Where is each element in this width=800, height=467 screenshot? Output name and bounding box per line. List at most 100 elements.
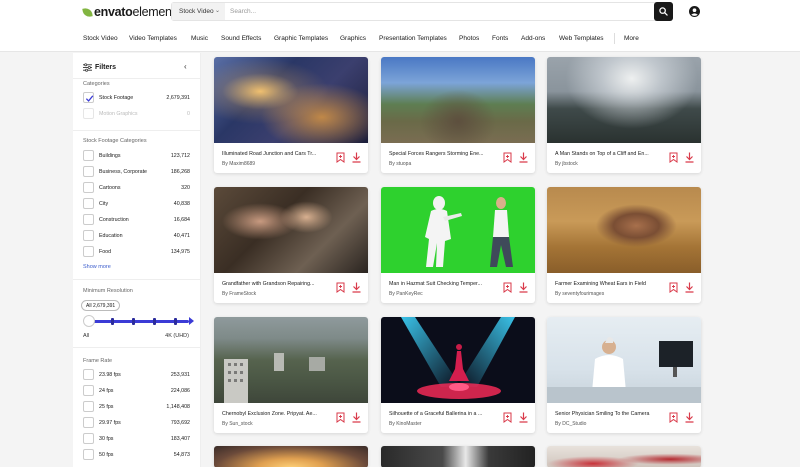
checkbox[interactable] [83, 182, 94, 193]
download-icon[interactable] [352, 412, 361, 423]
bookmark-icon[interactable] [669, 152, 678, 163]
nav-graphics[interactable]: Graphics [340, 35, 366, 42]
video-thumbnail[interactable] [381, 446, 535, 467]
nav-add-ons[interactable]: Add-ons [521, 35, 545, 42]
bookmark-icon[interactable] [336, 152, 345, 163]
checkbox[interactable] [83, 166, 94, 177]
video-author[interactable]: By jbstock [555, 161, 578, 167]
video-card[interactable]: Special Forces Rangers Storming Ene... B… [381, 57, 535, 173]
checkbox[interactable] [83, 150, 94, 161]
filter-stock-footage[interactable]: Stock Footage 2,679,391 [83, 92, 191, 103]
checkbox[interactable] [83, 108, 94, 119]
filter-30-fps[interactable]: 30 fps 183,407 [83, 433, 191, 444]
checkbox[interactable] [83, 401, 94, 412]
nav-sound-effects[interactable]: Sound Effects [221, 35, 261, 42]
checkbox[interactable] [83, 369, 94, 380]
video-thumbnail[interactable] [214, 317, 368, 403]
download-icon[interactable] [352, 152, 361, 163]
nav-fonts[interactable]: Fonts [492, 35, 508, 42]
nav-graphic-templates[interactable]: Graphic Templates [274, 35, 328, 42]
video-card[interactable] [381, 446, 535, 467]
video-card[interactable]: Silhouette of a Graceful Ballerina in a … [381, 317, 535, 433]
filter-25-fps[interactable]: 25 fps 1,148,408 [83, 401, 191, 412]
bookmark-icon[interactable] [503, 282, 512, 293]
filter-city[interactable]: City 40,838 [83, 198, 191, 209]
download-icon[interactable] [519, 412, 528, 423]
bookmark-icon[interactable] [669, 412, 678, 423]
video-thumbnail[interactable] [547, 446, 701, 467]
filter-29-97-fps[interactable]: 29.97 fps 793,692 [83, 417, 191, 428]
video-title[interactable]: Illuminated Road Junction and Cars Tr... [222, 151, 330, 157]
checkbox[interactable] [83, 449, 94, 460]
download-icon[interactable] [685, 412, 694, 423]
video-author[interactable]: By Sun_stock [222, 421, 253, 427]
bookmark-icon[interactable] [669, 282, 678, 293]
checkbox[interactable] [83, 230, 94, 241]
video-thumbnail[interactable] [381, 57, 535, 143]
filter-50-fps[interactable]: 50 fps 54,873 [83, 449, 191, 460]
video-thumbnail[interactable] [214, 57, 368, 143]
nav-presentation-templates[interactable]: Presentation Templates [379, 35, 447, 42]
download-icon[interactable] [685, 152, 694, 163]
checkbox[interactable] [83, 417, 94, 428]
search-input[interactable] [230, 5, 650, 18]
video-thumbnail[interactable] [214, 187, 368, 273]
filter-23-98-fps[interactable]: 23.98 fps 253,931 [83, 369, 191, 380]
video-author[interactable]: By KinoMaster [389, 421, 422, 427]
video-title[interactable]: Special Forces Rangers Storming Ene... [389, 151, 497, 157]
video-author[interactable]: By DC_Studio [555, 421, 586, 427]
video-thumbnail[interactable] [547, 187, 701, 273]
video-title[interactable]: Grandfather with Grandson Repairing... [222, 281, 330, 287]
video-author[interactable]: By Maxim8689 [222, 161, 255, 167]
filter-construction[interactable]: Construction 16,684 [83, 214, 191, 225]
video-card[interactable] [547, 446, 701, 467]
resolution-slider-handle[interactable] [83, 315, 95, 327]
checkbox-checked[interactable] [83, 92, 94, 103]
video-author[interactable]: By seventyfourimages [555, 291, 604, 297]
account-icon[interactable] [689, 6, 700, 17]
video-card[interactable]: Senior Physician Smiling To the Camera B… [547, 317, 701, 433]
video-author[interactable]: By stuopa [389, 161, 411, 167]
video-card[interactable]: Grandfather with Grandson Repairing... B… [214, 187, 368, 303]
video-thumbnail[interactable] [381, 187, 535, 273]
video-card[interactable]: Man in Hazmat Suit Checking Temper... By… [381, 187, 535, 303]
video-card[interactable]: A Man Stands on Top of a Cliff and En...… [547, 57, 701, 173]
chevron-left-icon[interactable]: ‹ [184, 62, 187, 71]
filter-business-corporate[interactable]: Business, Corporate 186,268 [83, 166, 191, 177]
video-title[interactable]: Silhouette of a Graceful Ballerina in a … [389, 411, 497, 417]
filter-food[interactable]: Food 134,975 [83, 246, 191, 257]
nav-music[interactable]: Music [191, 35, 208, 42]
checkbox[interactable] [83, 433, 94, 444]
download-icon[interactable] [519, 152, 528, 163]
show-more-link[interactable]: Show more [83, 264, 111, 270]
bookmark-icon[interactable] [336, 282, 345, 293]
nav-web-templates[interactable]: Web Templates [559, 35, 604, 42]
video-card[interactable]: Farmer Examining Wheat Ears in Field By … [547, 187, 701, 303]
filter-buildings[interactable]: Buildings 123,712 [83, 150, 191, 161]
video-title[interactable]: Man in Hazmat Suit Checking Temper... [389, 281, 497, 287]
checkbox[interactable] [83, 246, 94, 257]
checkbox[interactable] [83, 198, 94, 209]
video-thumbnail[interactable] [381, 317, 535, 403]
nav-more[interactable]: More [624, 35, 639, 42]
video-title[interactable]: Farmer Examining Wheat Ears in Field [555, 281, 663, 287]
bookmark-icon[interactable] [503, 152, 512, 163]
checkbox[interactable] [83, 214, 94, 225]
search-category-dropdown[interactable]: Stock Video ⌄ [172, 3, 225, 20]
video-title[interactable]: A Man Stands on Top of a Cliff and En... [555, 151, 663, 157]
search-button[interactable] [654, 2, 673, 21]
video-card[interactable]: Chernobyl Exclusion Zone. Pripyat. Ae...… [214, 317, 368, 433]
video-author[interactable]: By FrameStock [222, 291, 256, 297]
download-icon[interactable] [519, 282, 528, 293]
checkbox[interactable] [83, 385, 94, 396]
filter-education[interactable]: Education 40,471 [83, 230, 191, 241]
video-thumbnail[interactable] [547, 317, 701, 403]
video-thumbnail[interactable] [214, 446, 368, 467]
bookmark-icon[interactable] [503, 412, 512, 423]
filter-24-fps[interactable]: 24 fps 224,086 [83, 385, 191, 396]
video-author[interactable]: By PanKeyRec [389, 291, 423, 297]
nav-stock-video[interactable]: Stock Video [83, 35, 118, 42]
filter-motion-graphics[interactable]: Motion Graphics 0 [83, 108, 191, 119]
nav-photos[interactable]: Photos [459, 35, 479, 42]
video-title[interactable]: Chernobyl Exclusion Zone. Pripyat. Ae... [222, 411, 330, 417]
